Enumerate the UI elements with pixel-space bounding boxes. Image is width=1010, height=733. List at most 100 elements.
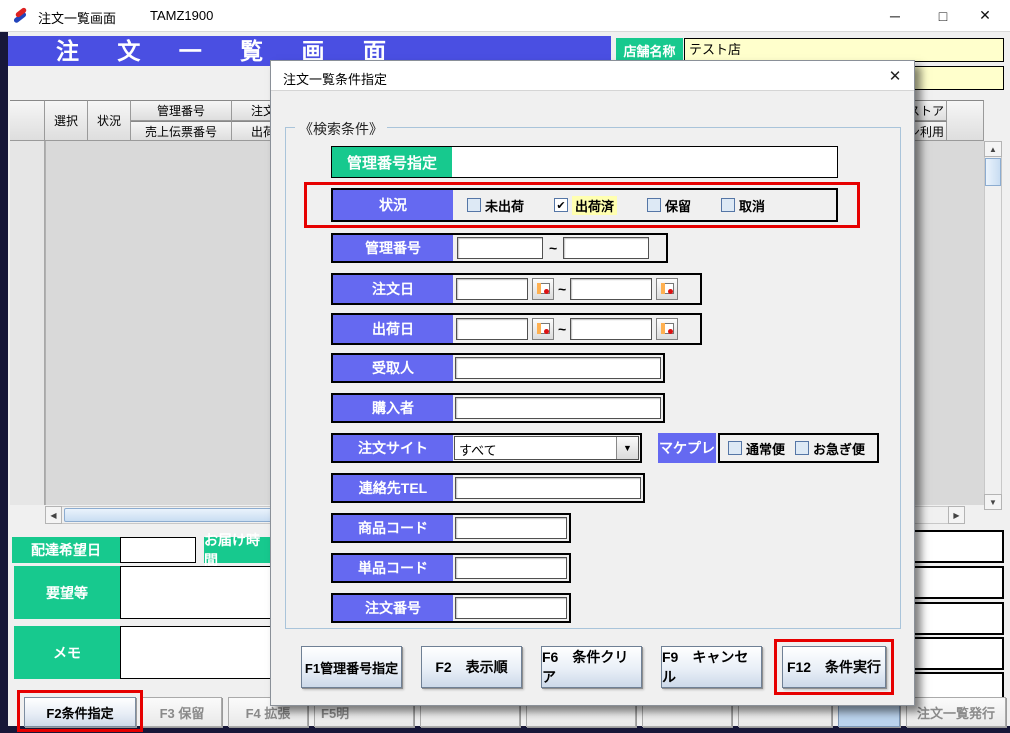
dialog-titlebar: 注文一覧条件指定 ✕ (271, 61, 914, 91)
unshipped-checkbox-icon[interactable] (467, 198, 481, 212)
normal-delivery-label: 通常便 (746, 439, 785, 458)
hold-checkbox-icon[interactable] (647, 198, 661, 212)
f2-condition-button[interactable]: F2条件指定 (24, 697, 136, 727)
hold-label: 保留 (665, 196, 691, 215)
order-no-input[interactable] (455, 597, 567, 619)
ship-date-to-calendar-icon[interactable] (656, 318, 678, 340)
unit-code-label: 単品コード (333, 555, 453, 581)
item-code-label: 商品コード (333, 515, 453, 541)
request-field[interactable] (120, 566, 274, 619)
order-list-screen: 注文一覧画面 TAMZ1900 ─ □ ✕ 注 文 一 覧 画 面 店舗名称 テ… (0, 0, 1010, 733)
scroll-left-button[interactable]: ◀ (45, 506, 62, 524)
order-date-row: 注文日 ~ (331, 273, 702, 305)
delivery-date-field[interactable] (120, 537, 196, 563)
order-date-to-calendar-icon[interactable] (656, 278, 678, 300)
express-delivery-checkbox-icon[interactable] (795, 441, 809, 455)
grid-row-header-column (10, 141, 45, 505)
grid-corner-cell (10, 100, 45, 141)
memo-field[interactable] (120, 626, 274, 679)
checkbox-hold[interactable]: 保留 (647, 196, 691, 215)
buyer-label: 購入者 (333, 395, 453, 421)
dialog-title: 注文一覧条件指定 (283, 69, 387, 88)
receiver-input[interactable] (455, 357, 661, 379)
scroll-right-button[interactable]: ▶ (948, 506, 965, 524)
order-date-from-calendar-icon[interactable] (532, 278, 554, 300)
window-title-code: TAMZ1900 (150, 8, 213, 23)
grid-header-status: 状況 (88, 100, 131, 141)
order-no-label: 注文番号 (333, 595, 453, 621)
dialog-close-button[interactable]: ✕ (879, 64, 911, 88)
grid-header-select: 選択 (45, 100, 88, 141)
window-title: 注文一覧画面 (38, 8, 116, 27)
order-site-row: 注文サイト すべて ▼ (331, 433, 642, 463)
grid-vertical-scrollbar[interactable] (984, 141, 1002, 510)
checkbox-cancel[interactable]: 取消 (721, 196, 765, 215)
cancel-label: 取消 (739, 196, 765, 215)
cancel-checkbox-icon[interactable] (721, 198, 735, 212)
mgmt-spec-input[interactable] (452, 147, 837, 177)
shipped-checkbox-icon[interactable]: ✔ (554, 198, 568, 212)
close-button[interactable]: ✕ (962, 0, 1008, 31)
checkbox-normal-delivery[interactable]: 通常便 (728, 439, 785, 458)
tel-label: 連絡先TEL (333, 475, 453, 501)
unshipped-label: 未出荷 (485, 196, 524, 215)
mgmt-no-to-input[interactable] (563, 237, 649, 259)
f6-clear-button[interactable]: F6 条件クリア (541, 646, 642, 688)
grid-header-mgmt-no: 管理番号 (131, 100, 232, 121)
store-name-field[interactable]: テスト店 (684, 38, 1004, 62)
scroll-up-button[interactable]: ▲ (984, 141, 1002, 157)
scroll-down-button[interactable]: ▼ (984, 494, 1002, 510)
window-bottom-border (0, 726, 1010, 733)
grid-header-slip-no: 売上伝票番号 (131, 121, 232, 141)
condition-dialog: 注文一覧条件指定 ✕ 《検索条件》 管理番号指定 状況 未出荷 ✔ 出荷済 (270, 60, 915, 706)
order-date-tilde: ~ (558, 281, 566, 297)
dropdown-arrow-icon[interactable]: ▼ (616, 437, 638, 459)
buyer-input[interactable] (455, 397, 661, 419)
store-name-label: 店舗名称 (616, 38, 683, 62)
checkbox-unshipped[interactable]: 未出荷 (467, 196, 524, 215)
shipped-label: 出荷済 (572, 196, 617, 215)
receiver-label: 受取人 (333, 355, 453, 381)
tel-row: 連絡先TEL (331, 473, 645, 503)
normal-delivery-checkbox-icon[interactable] (728, 441, 742, 455)
order-date-to-input[interactable] (570, 278, 652, 300)
app-icon (12, 8, 29, 25)
f12-issue-list-button: 注文一覧発行 (906, 697, 1006, 727)
mgmt-spec-row: 管理番号指定 (331, 146, 838, 178)
ship-date-label: 出荷日 (333, 315, 453, 343)
receiver-row: 受取人 (331, 353, 665, 383)
order-site-dropdown[interactable]: すべて ▼ (454, 436, 639, 460)
checkbox-express-delivery[interactable]: お急ぎ便 (795, 439, 865, 458)
ship-date-row: 出荷日 ~ (331, 313, 702, 345)
order-date-from-input[interactable] (456, 278, 528, 300)
item-code-input[interactable] (455, 517, 567, 539)
grid-header-extra (947, 100, 984, 141)
delivery-time-label: お届け時間 (204, 537, 272, 563)
f12-execute-button[interactable]: F12 条件実行 (782, 646, 886, 688)
ship-date-to-input[interactable] (570, 318, 652, 340)
ship-date-from-input[interactable] (456, 318, 528, 340)
mgmt-no-tilde: ~ (549, 240, 557, 256)
mgmt-no-row: 管理番号 ~ (331, 233, 668, 263)
tel-input[interactable] (455, 477, 641, 499)
f3-hold-button: F3 保留 (142, 697, 222, 727)
order-site-label: 注文サイト (333, 435, 453, 461)
f9-cancel-button[interactable]: F9 キャンセル (661, 646, 762, 688)
vertical-scroll-thumb[interactable] (985, 158, 1001, 186)
marketplace-label: マケプレ (658, 433, 716, 463)
checkbox-shipped[interactable]: ✔ 出荷済 (554, 196, 617, 215)
memo-label: メモ (14, 626, 120, 679)
window-left-border (0, 32, 8, 733)
status-label: 状況 (333, 190, 453, 220)
unit-code-input[interactable] (455, 557, 567, 579)
f1-mgmt-spec-button[interactable]: F1管理番号指定 (301, 646, 402, 688)
f2-display-order-button[interactable]: F2 表示順 (421, 646, 522, 688)
maximize-button[interactable]: □ (920, 0, 966, 31)
request-label: 要望等 (14, 566, 120, 619)
order-no-row: 注文番号 (331, 593, 571, 623)
ship-date-from-calendar-icon[interactable] (532, 318, 554, 340)
item-code-row: 商品コード (331, 513, 571, 543)
mgmt-spec-label: 管理番号指定 (332, 147, 452, 177)
mgmt-no-from-input[interactable] (457, 237, 543, 259)
minimize-button[interactable]: ─ (872, 0, 918, 31)
